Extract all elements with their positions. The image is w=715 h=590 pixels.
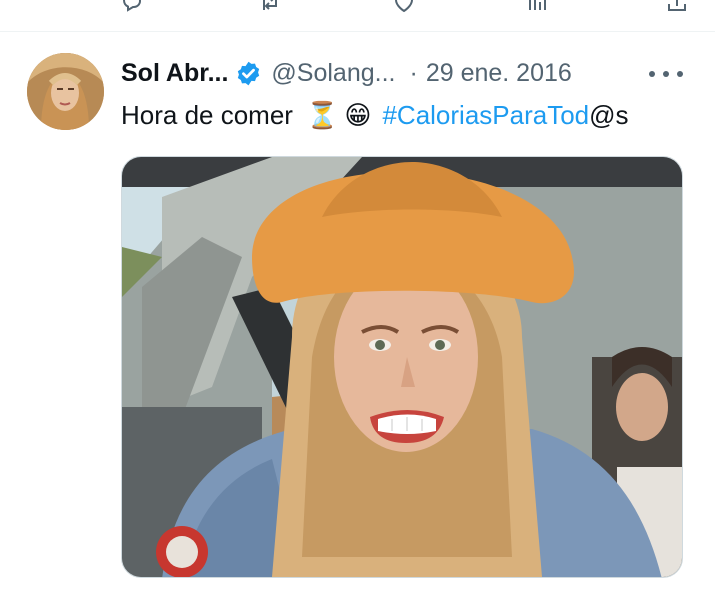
views-icon[interactable] — [525, 0, 549, 14]
like-icon[interactable] — [392, 0, 416, 14]
tweet[interactable]: Sol Abr... @Solang... · 29 ene. 2016 Hor… — [0, 32, 715, 590]
retweet-icon[interactable] — [258, 0, 282, 14]
grinning-face-emoji-icon: 😁 — [344, 100, 372, 130]
tweet-header: Sol Abr... @Solang... · 29 ene. 2016 — [121, 57, 572, 89]
hourglass-emoji-icon: ⏳ — [305, 100, 339, 130]
verified-badge-icon[interactable] — [235, 60, 262, 87]
author-name[interactable]: Sol Abr... — [121, 59, 228, 88]
more-options-icon[interactable] — [649, 64, 683, 84]
tweet-text-suffix: @s — [589, 100, 629, 130]
reply-icon[interactable] — [120, 0, 144, 14]
tweet-photo[interactable] — [121, 156, 683, 578]
previous-tweet-action-bar — [0, 0, 715, 20]
hashtag-link[interactable]: #CaloriasParaTod — [382, 98, 589, 132]
author-handle[interactable]: @Solang... — [271, 59, 395, 88]
share-icon[interactable] — [665, 0, 689, 14]
tweet-text: Hora de comer ⏳ 😁 #CaloriasParaTod @s — [121, 98, 629, 132]
avatar[interactable] — [27, 53, 104, 130]
separator-dot: · — [409, 58, 418, 87]
tweet-text-body: Hora de comer — [121, 100, 293, 130]
tweet-date[interactable]: 29 ene. 2016 — [426, 59, 572, 88]
